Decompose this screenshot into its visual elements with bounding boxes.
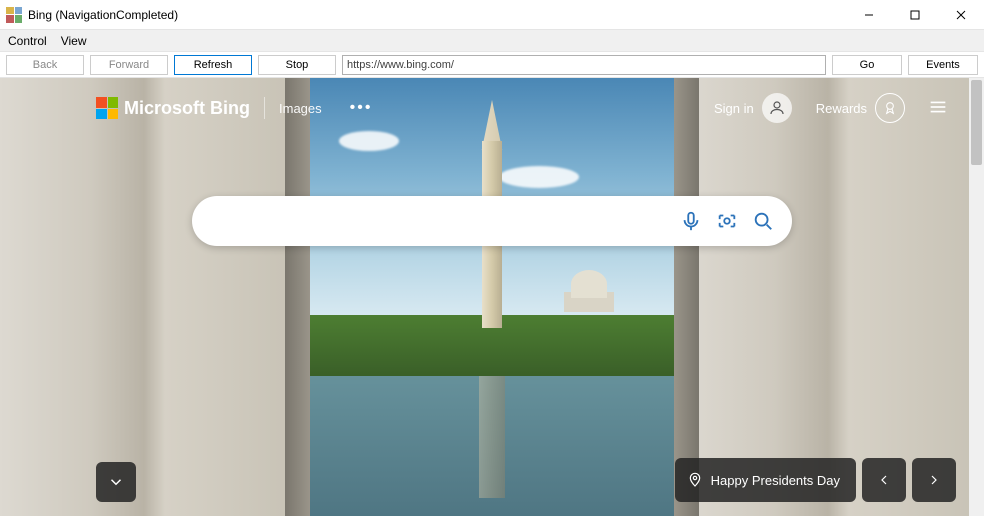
more-menu-icon[interactable]: •••: [350, 99, 373, 117]
refresh-button[interactable]: Refresh: [174, 55, 252, 75]
back-button[interactable]: Back: [6, 55, 84, 75]
go-button[interactable]: Go: [832, 55, 902, 75]
background-scene: [0, 78, 984, 516]
nav-toolbar: Back Forward Refresh Stop Go Events: [0, 52, 984, 78]
bing-logo[interactable]: Microsoft Bing: [96, 97, 250, 119]
voice-search-icon[interactable]: [678, 208, 704, 234]
scrollbar-thumb[interactable]: [971, 80, 982, 165]
rewards-badge-icon: [875, 93, 905, 123]
vertical-scrollbar[interactable]: [969, 78, 984, 516]
signin-link[interactable]: Sign in: [714, 93, 792, 123]
image-search-icon[interactable]: [714, 208, 740, 234]
hamburger-menu-icon[interactable]: [927, 96, 949, 121]
menu-control[interactable]: Control: [8, 34, 47, 48]
window-minimize-button[interactable]: [846, 0, 892, 30]
window-maximize-button[interactable]: [892, 0, 938, 30]
bing-header: Microsoft Bing Images ••• Sign in Reward…: [0, 78, 969, 138]
menu-view[interactable]: View: [61, 34, 87, 48]
expand-down-button[interactable]: [96, 462, 136, 502]
stop-button[interactable]: Stop: [258, 55, 336, 75]
search-input[interactable]: [214, 213, 668, 230]
location-pin-icon: [687, 472, 703, 488]
carousel-next-button[interactable]: [912, 458, 956, 502]
webview-content: Microsoft Bing Images ••• Sign in Reward…: [0, 78, 984, 516]
window-title: Bing (NavigationCompleted): [28, 8, 178, 22]
app-icon: [6, 7, 22, 23]
rewards-label: Rewards: [816, 101, 867, 116]
window-titlebar: Bing (NavigationCompleted): [0, 0, 984, 30]
events-button[interactable]: Events: [908, 55, 978, 75]
menu-bar: Control View: [0, 30, 984, 52]
headline-card[interactable]: Happy Presidents Day: [675, 458, 856, 502]
search-submit-icon[interactable]: [750, 208, 776, 234]
microsoft-logo-icon: [96, 97, 118, 119]
forward-button[interactable]: Forward: [90, 55, 168, 75]
url-input[interactable]: [342, 55, 826, 75]
search-box[interactable]: [192, 196, 792, 246]
headline-text: Happy Presidents Day: [711, 473, 840, 488]
header-divider: [264, 97, 265, 119]
headline-carousel: Happy Presidents Day: [675, 458, 956, 502]
avatar-icon: [762, 93, 792, 123]
nav-images[interactable]: Images: [279, 101, 322, 116]
signin-label: Sign in: [714, 101, 754, 116]
carousel-prev-button[interactable]: [862, 458, 906, 502]
bing-brand-text: Microsoft Bing: [124, 98, 250, 119]
window-close-button[interactable]: [938, 0, 984, 30]
rewards-link[interactable]: Rewards: [816, 93, 905, 123]
